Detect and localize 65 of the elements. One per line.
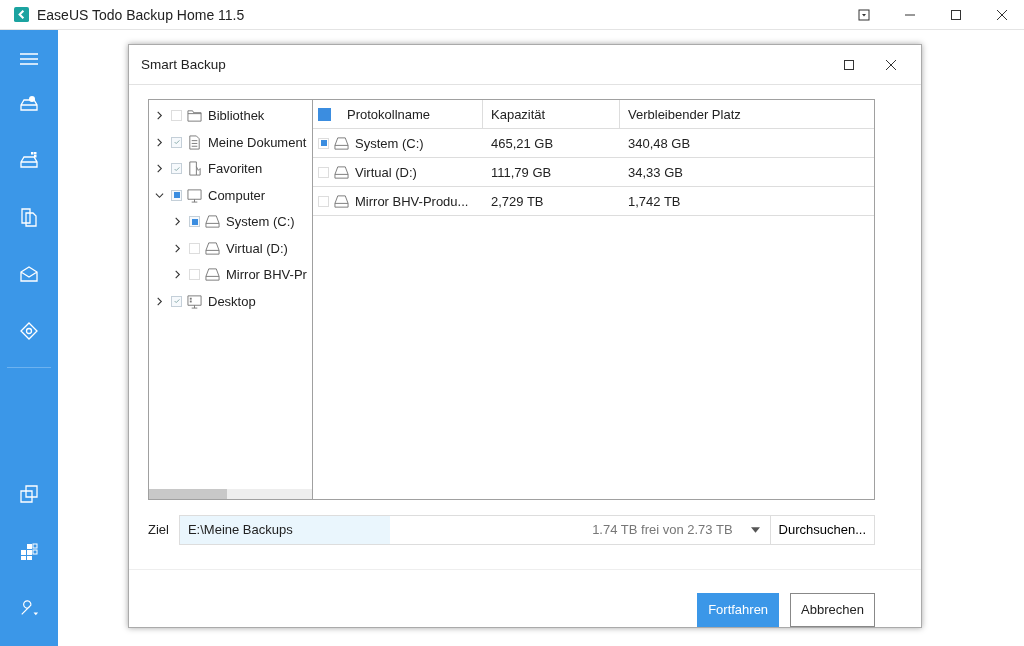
tree-item-label[interactable]: Meine Dokument (208, 134, 307, 150)
folder-icon (187, 108, 202, 124)
scrollbar[interactable] (149, 488, 312, 499)
maximize-icon[interactable] (843, 58, 855, 71)
column-header[interactable]: Verbleibender Platz (628, 106, 741, 122)
table-cell: 34,33 GB (628, 164, 683, 180)
desktop-icon (187, 293, 202, 309)
document-icon (187, 134, 202, 150)
dropdown-icon[interactable] (858, 8, 870, 21)
select-all-checkbox[interactable] (318, 107, 331, 121)
drive-icon (334, 164, 349, 180)
checkbox[interactable] (189, 242, 200, 254)
checkbox[interactable] (171, 110, 182, 122)
drive-icon (205, 267, 220, 283)
monitor-icon (187, 187, 202, 203)
tree-item-label[interactable]: System (C:) (226, 214, 295, 230)
tree-item-label[interactable]: Virtual (D:) (226, 240, 288, 256)
bookmark-icon (187, 161, 202, 177)
chevron-icon[interactable] (155, 164, 164, 174)
chevron-icon[interactable] (155, 190, 164, 200)
tiles-icon[interactable] (19, 540, 39, 561)
table-cell: 2,729 TB (491, 193, 544, 209)
app-logo-icon (14, 7, 29, 22)
drive-icon (205, 214, 220, 230)
column-header[interactable]: Protokollname (347, 106, 431, 122)
chevron-icon[interactable] (173, 243, 182, 253)
table-cell: 111,79 GB (491, 164, 552, 180)
window-title: EaseUS Todo Backup Home 11.5 (37, 6, 245, 23)
target-dropdown[interactable]: E:\Meine Backups 1.74 TB frei von 2.73 TB (178, 514, 771, 545)
table-cell: 465,21 GB (491, 135, 554, 151)
tree-item-label[interactable]: Favoriten (208, 161, 263, 177)
close-icon[interactable] (996, 8, 1008, 21)
dialog-title: Smart Backup (141, 57, 226, 73)
row-checkbox[interactable] (318, 166, 329, 178)
chevron-icon[interactable] (155, 111, 164, 121)
documents-icon[interactable] (19, 206, 39, 227)
cancel-button[interactable]: Abbrechen (790, 593, 875, 627)
column-header[interactable]: Kapazität (491, 106, 546, 122)
maximize-icon[interactable] (950, 8, 962, 21)
chevron-icon[interactable] (173, 217, 182, 227)
drive-icon (334, 135, 349, 151)
table-cell: 340,48 GB (628, 135, 691, 151)
tree-item-label[interactable]: Mirror BHV-Pr (226, 267, 307, 283)
chevron-icon[interactable] (155, 137, 164, 147)
clone-icon[interactable] (19, 483, 39, 504)
row-checkbox[interactable] (318, 195, 329, 207)
close-icon[interactable] (885, 58, 897, 71)
target-icon[interactable] (19, 320, 39, 341)
chevron-icon[interactable] (155, 296, 164, 306)
caret-icon (750, 526, 760, 533)
checkbox[interactable] (189, 269, 200, 281)
tree-item-label[interactable]: Computer (208, 187, 266, 203)
tree-item-label[interactable]: Bibliothek (208, 108, 265, 124)
drive-icon (205, 240, 220, 256)
tree-item-label[interactable]: Desktop (208, 293, 256, 309)
chevron-icon[interactable] (173, 270, 182, 280)
table-cell: Virtual (D:) (355, 164, 417, 180)
table-cell: 1,742 TB (628, 193, 681, 209)
table-cell: System (C:) (355, 135, 424, 151)
drive-grid-icon[interactable] (19, 149, 39, 170)
table-cell: Mirror BHV-Produ... (355, 193, 469, 209)
row-checkbox[interactable] (318, 137, 329, 149)
browse-button[interactable]: Durchsuchen... (770, 514, 875, 545)
target-label: Ziel (148, 522, 169, 538)
drive-icon (334, 193, 349, 209)
